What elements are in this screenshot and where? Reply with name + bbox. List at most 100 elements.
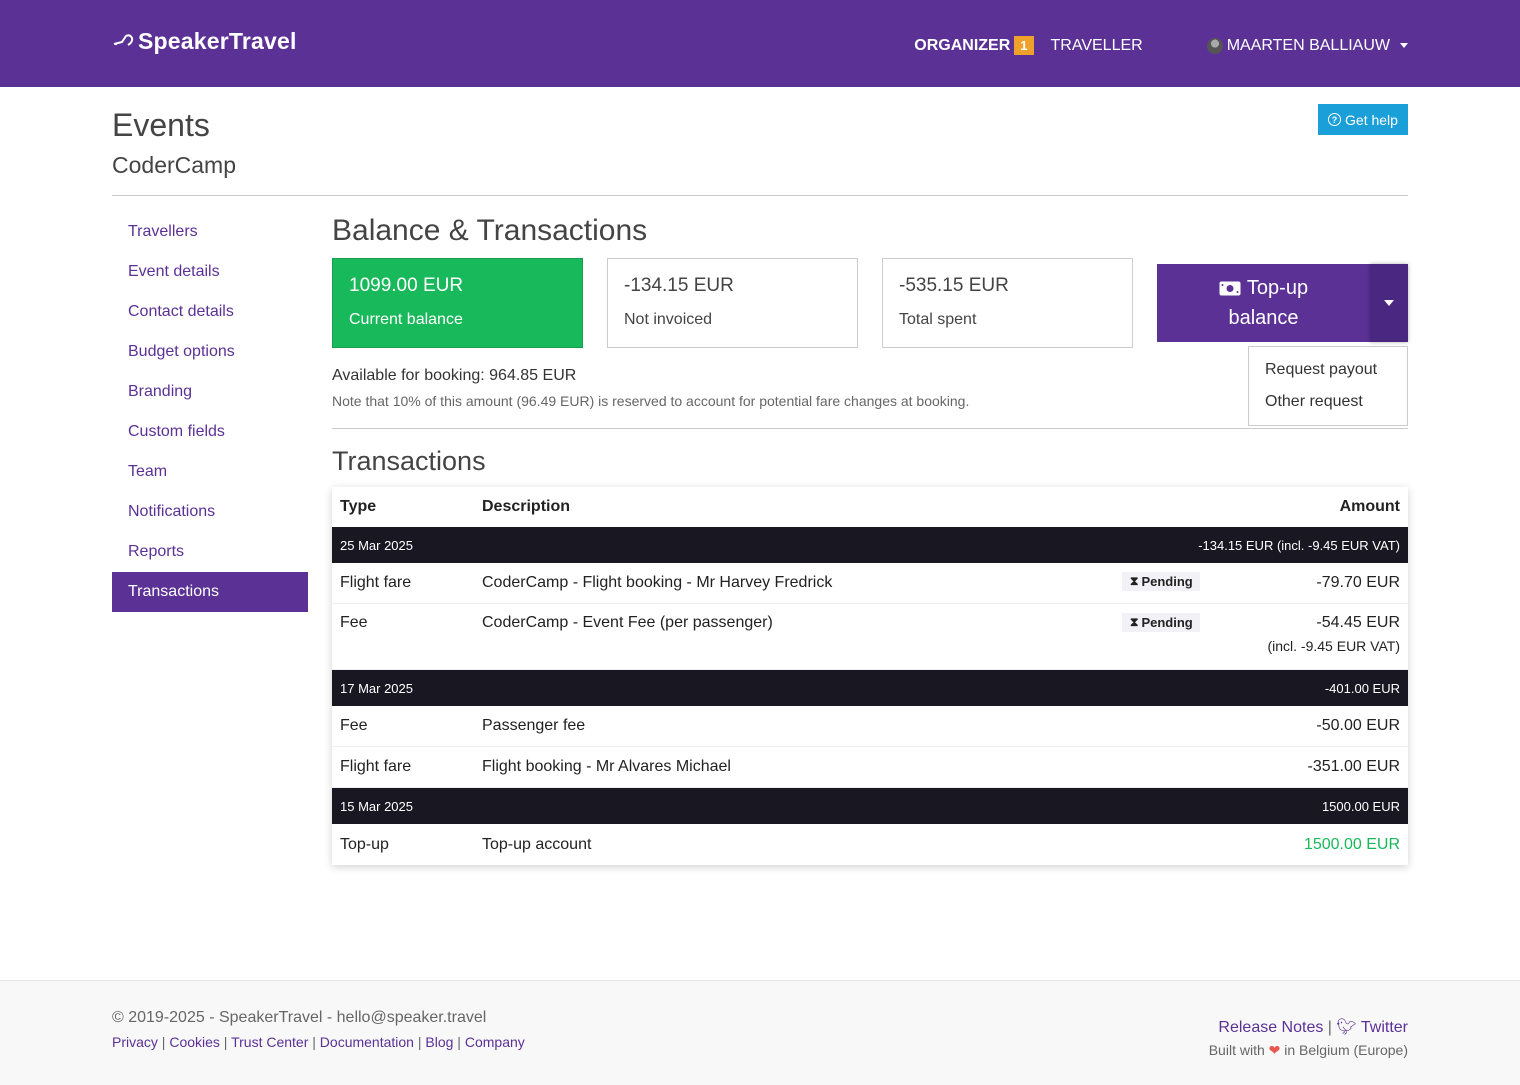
group-total: -401.00 EUR	[1324, 680, 1400, 696]
nav-traveller[interactable]: TRAVELLER	[1051, 37, 1143, 55]
transactions-table: Type Description Amount 25 Mar 2025 -134…	[332, 487, 1408, 865]
footer: © 2019-2025 - SpeakerTravel - hello@spea…	[0, 980, 1520, 1085]
total-spent-amount: -535.15 EUR	[899, 275, 1009, 296]
sidebar-item-transactions[interactable]: Transactions	[112, 572, 308, 612]
hourglass-icon: ⧗	[1130, 574, 1139, 588]
total-spent-card: -535.15 EUR Total spent	[882, 258, 1133, 348]
pending-badge: ⧗ Pending	[1122, 613, 1200, 632]
sidebar-item-team[interactable]: Team	[112, 452, 308, 492]
column-header-amount: Amount	[1339, 498, 1400, 515]
question-circle-icon: ?	[1328, 113, 1342, 126]
footer-links: Privacy | Cookies | Trust Center | Docum…	[112, 1034, 525, 1050]
cell-amount: -54.45 EUR (incl. -9.45 EUR VAT)	[1188, 614, 1408, 654]
topup-dropdown-toggle[interactable]	[1370, 264, 1408, 342]
table-row: Top-up Top-up account 1500.00 EUR	[332, 824, 1408, 865]
cookies-link[interactable]: Cookies	[169, 1034, 220, 1050]
column-header-description: Description	[482, 498, 571, 515]
table-header: Type Description Amount	[332, 487, 1408, 527]
built-with: Built with ❤ in Belgium (Europe)	[1209, 1042, 1408, 1059]
get-help-button[interactable]: ? Get help	[1318, 104, 1408, 135]
group-date: 17 Mar 2025	[340, 680, 413, 696]
group-date: 15 Mar 2025	[340, 798, 413, 814]
current-balance-label: Current balance	[349, 311, 463, 328]
built-prefix: Built with	[1208, 1042, 1265, 1058]
privacy-link[interactable]: Privacy	[112, 1034, 158, 1050]
plane-logo-icon	[113, 33, 134, 46]
not-invoiced-label: Not invoiced	[624, 311, 713, 328]
topup-label-line2: balance	[1228, 307, 1299, 329]
column-header-type: Type	[340, 498, 377, 515]
group-row: 15 Mar 2025 1500.00 EUR	[332, 788, 1408, 824]
current-balance-amount: 1099.00 EUR	[349, 275, 464, 296]
trust-center-link[interactable]: Trust Center	[231, 1034, 308, 1050]
table-row: Fee CoderCamp - Event Fee (per passenger…	[332, 604, 1408, 670]
current-balance-card: 1099.00 EUR Current balance	[332, 258, 583, 348]
twitter-link[interactable]: 🐦︎ Twitter	[1336, 1019, 1408, 1036]
sidebar-item-custom-fields[interactable]: Custom fields	[112, 412, 308, 452]
request-payout-item[interactable]: Request payout	[1249, 357, 1407, 389]
topup-label-line1: Top-up	[1246, 277, 1309, 299]
nav-organizer-label: ORGANIZER	[914, 36, 1011, 54]
transactions-heading: Transactions	[332, 446, 486, 476]
cell-type: Top-up	[340, 835, 389, 853]
sidebar-item-branding[interactable]: Branding	[112, 372, 308, 412]
group-date: 25 Mar 2025	[340, 537, 413, 553]
cell-type: Flight fare	[340, 758, 412, 775]
money-bill-icon	[1219, 281, 1241, 295]
cell-amount: -50.00 EUR	[1316, 717, 1400, 734]
page-title: Events	[112, 107, 210, 143]
group-row: 17 Mar 2025 -401.00 EUR	[332, 670, 1408, 706]
other-request-item[interactable]: Other request	[1249, 389, 1407, 421]
cell-description: Top-up account	[482, 835, 592, 853]
company-link[interactable]: Company	[465, 1034, 525, 1050]
amount-value: -54.45 EUR	[1316, 614, 1400, 631]
heart-icon: ❤	[1268, 1042, 1281, 1058]
pending-label: Pending	[1141, 574, 1193, 589]
twitter-bird-icon: 🐦︎	[1336, 1019, 1357, 1036]
balance-heading: Balance & Transactions	[332, 214, 648, 247]
sidebar-item-event-details[interactable]: Event details	[112, 252, 308, 292]
brand-logo[interactable]: SpeakerTravel	[112, 28, 297, 55]
group-row: 25 Mar 2025 -134.15 EUR (incl. -9.45 EUR…	[332, 527, 1408, 563]
topup-balance-button[interactable]: Top-up balance	[1157, 264, 1370, 342]
cell-type: Fee	[340, 614, 368, 631]
topup-dropdown-menu: Request payout Other request	[1248, 346, 1408, 426]
sidebar-item-travellers[interactable]: Travellers	[112, 212, 308, 252]
get-help-label: Get help	[1345, 111, 1398, 128]
table-row: Fee Passenger fee -50.00 EUR	[332, 706, 1408, 747]
cell-description: Flight booking - Mr Alvares Michael	[482, 758, 731, 775]
nav-organizer[interactable]: ORGANIZER 1	[914, 36, 1034, 55]
event-name: CoderCamp	[112, 152, 236, 178]
blog-link[interactable]: Blog	[425, 1034, 453, 1050]
footer-right-links: Release Notes | 🐦︎ Twitter	[1218, 1019, 1408, 1036]
organizer-count-badge: 1	[1014, 36, 1034, 55]
cell-amount: -351.00 EUR	[1307, 758, 1401, 775]
table-row: Flight fare Flight booking - Mr Alvares …	[332, 747, 1408, 788]
divider	[112, 195, 1408, 196]
copyright: © 2019-2025 - SpeakerTravel - hello@spea…	[112, 1009, 487, 1026]
reserve-note: Note that 10% of this amount (96.49 EUR)…	[332, 393, 970, 409]
caret-down-icon	[1384, 300, 1394, 306]
cell-description: CoderCamp - Flight booking - Mr Harvey F…	[482, 574, 833, 591]
available-for-booking: Available for booking: 964.85 EUR	[332, 367, 577, 384]
release-notes-link[interactable]: Release Notes	[1218, 1019, 1323, 1036]
built-suffix: in Belgium (Europe)	[1284, 1042, 1408, 1058]
user-menu[interactable]: MAARTEN BALLIAUW	[1206, 37, 1408, 55]
cell-amount: 1500.00 EUR	[1303, 835, 1400, 853]
cell-type: Fee	[340, 717, 368, 734]
sidebar-item-notifications[interactable]: Notifications	[112, 492, 308, 532]
pending-badge: ⧗ Pending	[1122, 572, 1200, 591]
divider	[332, 428, 1408, 429]
sidebar-item-reports[interactable]: Reports	[112, 532, 308, 572]
not-invoiced-card: -134.15 EUR Not invoiced	[607, 258, 858, 348]
avatar	[1206, 37, 1223, 54]
sidebar-item-contact-details[interactable]: Contact details	[112, 292, 308, 332]
pending-label: Pending	[1141, 615, 1193, 630]
twitter-label: Twitter	[1360, 1019, 1408, 1036]
hourglass-icon: ⧗	[1130, 615, 1139, 629]
not-invoiced-amount: -134.15 EUR	[624, 275, 734, 296]
brand-name: SpeakerTravel	[138, 28, 297, 54]
documentation-link[interactable]: Documentation	[320, 1034, 414, 1050]
sidebar-nav: Travellers Event details Contact details…	[112, 212, 308, 612]
sidebar-item-budget-options[interactable]: Budget options	[112, 332, 308, 372]
